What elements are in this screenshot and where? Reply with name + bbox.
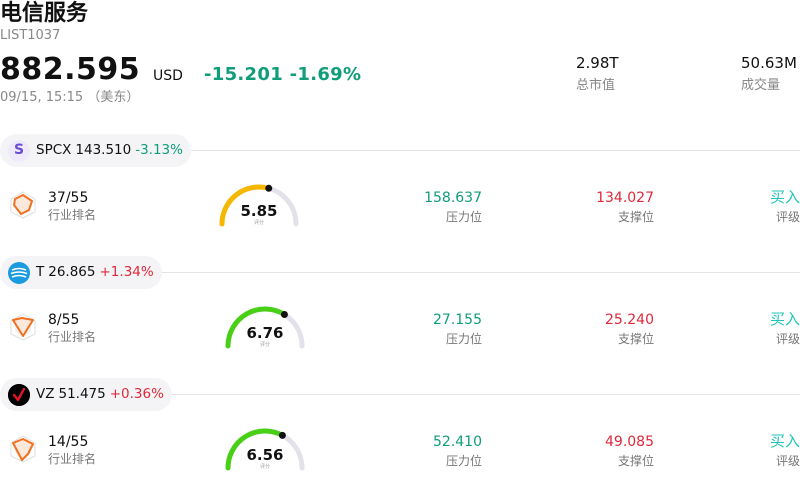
score-value: 5.85 xyxy=(240,202,278,220)
spcx-logo-icon: S xyxy=(8,139,30,162)
score-gauge: 5.85 评分 xyxy=(214,178,304,230)
resistance-level: 52.410 压力位 xyxy=(433,434,482,469)
stock-price: 26.865 xyxy=(48,264,96,280)
rank-value: 37/55 xyxy=(48,190,89,206)
score-label: 评分 xyxy=(253,220,264,226)
volume-value: 50.63M xyxy=(741,54,797,72)
stock-card-t[interactable]: T 26.865 +1.34% 8/55 行业排名 6.76 评分 27.155… xyxy=(0,256,800,378)
index-code: LIST1037 xyxy=(0,28,61,43)
score-label: 评分 xyxy=(259,342,270,348)
stock-change: +1.34% xyxy=(99,264,154,280)
resistance-value: 158.637 xyxy=(424,190,482,206)
score-label: 评分 xyxy=(259,464,270,470)
rank-label: 行业排名 xyxy=(48,452,97,466)
resistance-label: 压力位 xyxy=(445,454,482,468)
rank-label: 行业排名 xyxy=(48,208,97,222)
rating-label: 评级 xyxy=(775,332,800,346)
market-cap-label: 总市值 xyxy=(576,78,616,93)
page-title: 电信服务 xyxy=(0,1,89,26)
stock-card-vz[interactable]: VZ 51.475 +0.36% 14/55 行业排名 6.56 评分 52.4… xyxy=(0,378,800,488)
industry-rank: 37/55 行业排名 xyxy=(48,190,96,223)
radar-icon xyxy=(10,191,36,219)
rating-value[interactable]: 买入 xyxy=(770,310,800,328)
stock-price: 143.510 xyxy=(75,142,132,158)
score-gauge: 6.56 评分 xyxy=(220,422,310,474)
stock-pill[interactable]: VZ 51.475 +0.36% xyxy=(0,378,172,411)
stock-symbol: VZ xyxy=(36,386,55,402)
market-cap-value: 2.98T xyxy=(576,54,619,72)
industry-rank: 8/55 行业排名 xyxy=(48,312,96,345)
resistance-level: 27.155 压力位 xyxy=(433,312,482,347)
support-value: 25.240 xyxy=(605,312,654,328)
industry-rank: 14/55 行业排名 xyxy=(48,434,96,467)
rating-value[interactable]: 买入 xyxy=(770,188,800,206)
support-label: 支撑位 xyxy=(617,454,654,468)
score-value: 6.56 xyxy=(246,446,284,464)
support-level: 49.085 支撑位 xyxy=(605,434,654,469)
radar-icon xyxy=(10,435,36,463)
rating-label: 评级 xyxy=(775,210,800,224)
volume-stat: 50.63M 成交量 xyxy=(741,54,797,94)
gauge-marker xyxy=(265,184,273,192)
verizon-check-icon xyxy=(8,383,30,406)
gauge-marker xyxy=(280,311,288,319)
stock-change: -3.13% xyxy=(135,142,183,158)
resistance-level: 158.637 压力位 xyxy=(424,190,482,225)
score-gauge: 6.76 评分 xyxy=(220,300,310,352)
market-cap-stat: 2.98T 总市值 xyxy=(576,54,619,94)
support-value: 134.027 xyxy=(596,190,654,206)
rank-label: 行业排名 xyxy=(48,330,97,344)
index-change: -15.201 -1.69% xyxy=(204,64,362,85)
rank-value: 8/55 xyxy=(48,312,80,328)
support-label: 支撑位 xyxy=(617,332,654,346)
resistance-label: 压力位 xyxy=(445,210,482,224)
resistance-label: 压力位 xyxy=(445,332,482,346)
quote-time: 09/15, 15:15 （美东） xyxy=(0,90,140,105)
volume-label: 成交量 xyxy=(741,78,781,93)
index-price: 882.595 xyxy=(0,52,141,87)
resistance-value: 52.410 xyxy=(433,434,482,450)
rating[interactable]: 买入 评级 xyxy=(770,432,800,469)
rating-value[interactable]: 买入 xyxy=(770,432,800,450)
support-value: 49.085 xyxy=(605,434,654,450)
rank-value: 14/55 xyxy=(48,434,89,450)
att-globe-icon xyxy=(8,261,30,284)
support-level: 25.240 支撑位 xyxy=(605,312,654,347)
stock-pill[interactable]: S SPCX 143.510 -3.13% xyxy=(0,134,191,167)
rating[interactable]: 买入 评级 xyxy=(770,310,800,347)
score-value: 6.76 xyxy=(246,324,284,342)
stock-change: +0.36% xyxy=(109,386,164,402)
rating[interactable]: 买入 评级 xyxy=(770,188,800,225)
currency-label: USD xyxy=(153,68,183,84)
rating-label: 评级 xyxy=(775,454,800,468)
gauge-marker xyxy=(278,431,286,439)
stock-card-spcx[interactable]: S SPCX 143.510 -3.13% 37/55 行业排名 5.85 评分… xyxy=(0,134,800,256)
stock-symbol: SPCX xyxy=(36,142,72,158)
support-level: 134.027 支撑位 xyxy=(596,190,654,225)
stock-price: 51.475 xyxy=(58,386,106,402)
radar-icon xyxy=(10,313,36,341)
resistance-value: 27.155 xyxy=(433,312,482,328)
stock-symbol: T xyxy=(36,264,45,280)
support-label: 支撑位 xyxy=(617,210,654,224)
stock-pill[interactable]: T 26.865 +1.34% xyxy=(0,256,162,289)
